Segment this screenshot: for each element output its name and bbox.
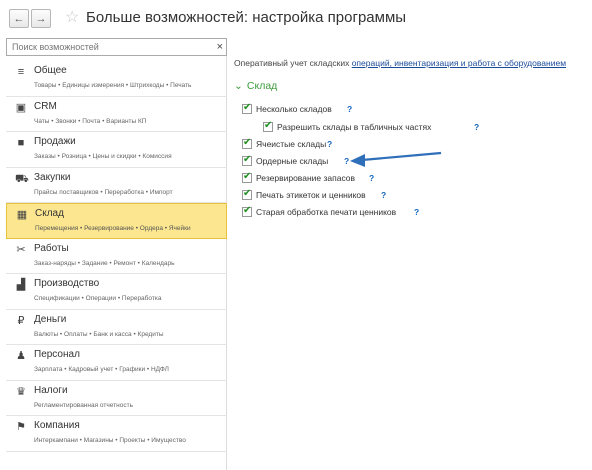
option-label: Резервирование запасов (256, 173, 356, 183)
main-panel: Оперативный учет складских операций, инв… (234, 58, 586, 217)
window-header: ← → ☆ Больше возможностей: настройка про… (0, 0, 592, 36)
person-icon: ♟ (16, 350, 26, 362)
sidebar-item-3[interactable]: ⛟ Закупки Прайсы поставщиков • Переработка… (6, 168, 227, 203)
sidebar-item-subtitle: Перемещения • Резервирование • Ордера • … (35, 225, 191, 232)
favorite-star-icon[interactable]: ☆ (65, 7, 79, 27)
option-label: Разрешить склады в табличных частях (277, 122, 432, 132)
sidebar-item-label: Склад (35, 208, 64, 219)
sidebar-item-label: Работы (34, 242, 69, 254)
briefcase-icon: ■ (17, 137, 25, 149)
sidebar-item-10[interactable]: ⚑ Компания Интеркампани • Магазины • Проек… (6, 416, 227, 452)
sidebar-item-0[interactable]: ≡ Общее Товары • Единицы измерения • Штрих… (6, 61, 227, 97)
section-description: Оперативный учет складских операций, инв… (234, 58, 586, 68)
back-button[interactable]: ← (9, 9, 29, 28)
chevron-down-icon: ⌄ (234, 80, 243, 92)
list-icon: ≡ (17, 66, 25, 78)
arrow-right-icon: → (35, 12, 47, 25)
description-text: Оперативный учет складских (234, 58, 352, 68)
sidebar-item-subtitle: Товары • Единицы измерения • Штрихкоды •… (34, 82, 192, 89)
option-label: Ордерные склады (256, 156, 329, 166)
search-box: × (6, 38, 227, 56)
sidebar-item-label: Продажи (34, 136, 76, 147)
option-checkbox[interactable] (242, 154, 252, 166)
factory-icon: ▟ (16, 279, 26, 291)
sidebar-item-subtitle: Спецификации • Операции • Переработка (34, 295, 162, 302)
flag-icon: ⚑ (16, 421, 26, 433)
sidebar-item-subtitle: Прайсы поставщиков • Переработка • Импор… (34, 188, 173, 196)
description-link[interactable]: операций, инвентаризация и работа с обор… (352, 58, 566, 68)
tools-icon: ✂ (16, 243, 26, 256)
cart-icon: ⛟ (15, 172, 29, 185)
sidebar-item-label: Компания (34, 420, 80, 431)
sidebar-item-label: CRM (34, 100, 57, 112)
sidebar-item-label: Общее (34, 65, 67, 76)
sidebar-item-2[interactable]: ■ Продажи Заказы • Розница • Цены и скидки… (6, 132, 227, 168)
sidebar-item-7[interactable]: ₽ Деньги Валюты • Оплаты • Банк и касса • … (6, 310, 227, 345)
group-header-warehouse[interactable]: ⌄ Склад (234, 80, 277, 92)
sidebar-item-subtitle: Зарплата • Кадровый учет • Графики • НДФ… (34, 366, 169, 373)
forward-button[interactable]: → (31, 9, 51, 28)
annotation-arrow-head (350, 154, 365, 167)
option-checkbox[interactable] (242, 171, 252, 183)
sidebar-item-9[interactable]: ♛ Налоги Регламентированная отчетность (6, 381, 227, 416)
sidebar-item-8[interactable]: ♟ Персонал Зарплата • Кадровый учет • Граф… (6, 345, 227, 381)
sections-menu: ≡ Общее Товары • Единицы измерения • Штрих… (6, 61, 227, 452)
emblem-icon: ♛ (16, 385, 26, 398)
option-checkbox[interactable] (242, 102, 252, 114)
sidebar-item-subtitle: Регламентированная отчетность (34, 401, 133, 409)
group-title: Склад (246, 80, 278, 92)
help-icon[interactable]: ? (347, 103, 352, 116)
help-icon[interactable]: ? (414, 206, 419, 219)
option-label: Печать этикеток и ценников (256, 190, 366, 200)
help-icon[interactable]: ? (369, 172, 374, 185)
option-label: Несколько складов (256, 104, 332, 114)
sidebar-item-subtitle: Чаты • Звонки • Почта • Варианты КП (34, 117, 147, 125)
sidebar-item-label: Деньги (34, 313, 67, 325)
sidebar-item-label: Производство (34, 278, 100, 289)
sidebar-item-subtitle: Валюты • Оплаты • Банк и касса • Кредиты (34, 330, 164, 338)
option-label: Старая обработка печати ценников (256, 207, 397, 217)
sidebar-item-5[interactable]: ✂ Работы Заказ-наряды • Задание • Ремонт •… (6, 239, 227, 274)
sidebar: × ≡ Общее Товары • Единицы измерения • Штр… (6, 38, 227, 470)
help-icon[interactable]: ? (344, 155, 349, 168)
option-checkbox[interactable] (242, 188, 252, 200)
arrow-left-icon: ← (13, 12, 25, 25)
warehouse-icon: ▦ (16, 209, 28, 221)
ruble-icon: ₽ (17, 314, 25, 327)
sidebar-item-subtitle: Интеркампани • Магазины • Проекты • Имущ… (34, 437, 186, 444)
sidebar-item-label: Закупки (34, 171, 71, 183)
sidebar-item-subtitle: Заказ-наряды • Задание • Ремонт • Календ… (34, 259, 175, 267)
option-label: Ячеистые склады (256, 139, 327, 149)
sidebar-item-1[interactable]: ▣ CRM Чаты • Звонки • Почта • Варианты КП (6, 97, 227, 132)
clear-search-icon[interactable]: × (217, 39, 223, 55)
page-title: Больше возможностей: настройка программы (86, 9, 407, 26)
annotation-arrow-shaft (361, 151, 442, 162)
search-input[interactable] (7, 39, 207, 55)
sidebar-item-4[interactable]: ▦ Склад Перемещения • Резервирование • Орд… (6, 203, 227, 239)
option-checkbox[interactable] (242, 137, 252, 149)
help-icon[interactable]: ? (381, 189, 386, 202)
option-checkbox[interactable] (263, 120, 273, 132)
sidebar-item-label: Персонал (34, 349, 80, 360)
crm-icon: ▣ (15, 101, 27, 114)
sidebar-item-label: Налоги (34, 384, 68, 396)
sidebar-item-6[interactable]: ▟ Производство Спецификации • Операции • П… (6, 274, 227, 310)
help-icon[interactable]: ? (474, 121, 479, 134)
sidebar-item-subtitle: Заказы • Розница • Цены и скидки • Комис… (34, 153, 172, 160)
option-checkbox[interactable] (242, 205, 252, 217)
help-icon[interactable]: ? (327, 138, 332, 151)
